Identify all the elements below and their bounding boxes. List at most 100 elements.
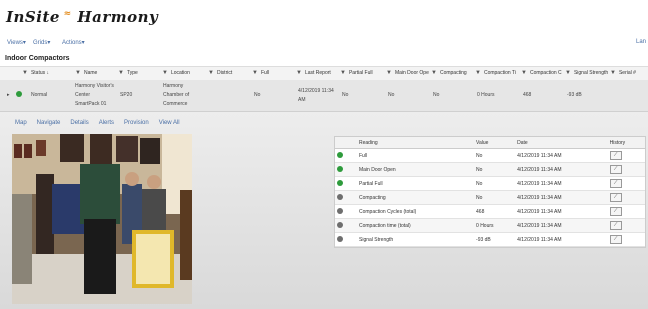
reading-date: 4/12/2019 11:34 AM (515, 162, 608, 177)
filter-icon[interactable]: ▼ (162, 70, 168, 76)
cell-location: Harmony Chamber of Commerce (163, 83, 190, 107)
reading-name: Signal Strength (357, 232, 475, 247)
reading-date: 4/12/2019 11:34 AM (515, 148, 608, 163)
column-header[interactable]: ▼ District (208, 70, 232, 76)
column-header[interactable]: ▼ Compaction Ti (475, 70, 516, 76)
reading-name: Full (357, 148, 475, 163)
filter-icon[interactable]: ▼ (75, 70, 81, 76)
actions-menu[interactable]: Actions▾ (62, 39, 85, 46)
cell-compacting: No (433, 92, 440, 98)
filter-icon[interactable]: ▼ (475, 70, 481, 76)
cell-last-report: 4/12/2019 11:34 AM (298, 88, 334, 103)
reading-date: 4/12/2019 11:34 AM (515, 232, 608, 247)
cell-signal: -93 dB (567, 92, 582, 98)
filter-icon[interactable]: ▼ (252, 70, 258, 76)
filter-icon[interactable]: ▼ (208, 70, 214, 76)
cell-status: Normal (31, 92, 48, 98)
reading-value: -93 dB (474, 232, 516, 247)
grid-header: ▼ Status ↓ ▼ Name ▼ Type ▼ Location ▼ District ▼ Fu… (0, 66, 648, 81)
cell-compaction-time: 0 Hours (477, 92, 495, 98)
reading-value: No (474, 148, 516, 163)
column-header[interactable]: ▼ Last Report (296, 70, 331, 76)
cell-compaction-cycles: 468 (523, 92, 532, 98)
status-dot-icon (337, 193, 343, 200)
history-chart-icon[interactable]: ⟋ (609, 193, 622, 202)
reading-date: 4/12/2019 11:34 AM (515, 190, 608, 205)
tab-navigate[interactable]: Navigate (37, 120, 61, 126)
expand-row-icon[interactable]: ▸ (7, 91, 10, 100)
filter-icon[interactable]: ▼ (610, 70, 616, 76)
history-chart-icon[interactable]: ⟋ (609, 179, 622, 188)
tab-provision[interactable]: Provision (124, 120, 149, 126)
column-header[interactable]: ▼ Serial # (610, 70, 636, 76)
table-row: Full No 4/12/2019 11:34 AM ⟋ (335, 148, 645, 163)
column-header[interactable]: ▼ Status ↓ (22, 70, 49, 76)
table-row: Main Door Open No 4/12/2019 11:34 AM ⟋ (335, 162, 645, 177)
reading-value: 0 Hours (474, 218, 516, 233)
col-reading: Reading (357, 137, 475, 149)
history-chart-icon[interactable]: ⟋ (609, 207, 622, 216)
column-header[interactable]: ▼ Full (252, 70, 269, 76)
col-value: Value (474, 137, 516, 149)
column-header[interactable]: ▼ Compaction C (521, 70, 562, 76)
table-row: Signal Strength -93 dB 4/12/2019 11:34 AM ⟋ (335, 232, 645, 247)
reading-value: No (474, 190, 516, 205)
compactor-photo (12, 134, 192, 304)
reading-value: 468 (474, 204, 516, 219)
column-header[interactable]: ▼ Location (162, 70, 190, 76)
column-header[interactable]: ▼ Name (75, 70, 97, 76)
tab-alerts[interactable]: Alerts (99, 120, 114, 126)
table-row: Partial Full No 4/12/2019 11:34 AM ⟋ (335, 176, 645, 191)
col-history: History (607, 137, 645, 149)
status-dot-icon (337, 179, 343, 186)
cell-name: Harmony Visitor's Center SmartPack 01 (75, 83, 114, 107)
reading-name: Partial Full (357, 176, 475, 191)
reading-name: Compaction time (total) (357, 218, 475, 233)
reading-name: Main Door Open (357, 162, 475, 177)
history-chart-icon[interactable]: ⟋ (609, 151, 622, 160)
filter-icon[interactable]: ▼ (565, 70, 571, 76)
detail-tabs: Map Navigate Details Alerts Provision View Al… (15, 120, 190, 126)
cell-full: No (254, 92, 261, 98)
status-dot-icon (337, 151, 343, 158)
views-menu[interactable]: Views▾ (7, 39, 26, 46)
detail-panel: Map Navigate Details Alerts Provision View Al… (0, 112, 648, 309)
column-header[interactable]: ▼ Compacting (431, 70, 467, 76)
app-logo: InSite ≈ Harmony (6, 8, 159, 26)
cell-main-door: No (388, 92, 395, 98)
filter-icon[interactable]: ▼ (118, 70, 124, 76)
tab-view-all[interactable]: View All (159, 120, 180, 126)
table-row: Compacting No 4/12/2019 11:34 AM ⟋ (335, 190, 645, 205)
column-header[interactable]: ▼ Partial Full (340, 70, 373, 76)
reading-name: Compaction Cycles (total) (357, 204, 475, 219)
history-chart-icon[interactable]: ⟋ (609, 235, 622, 244)
col-date: Date (515, 137, 608, 149)
column-header[interactable]: ▼ Type (118, 70, 138, 76)
column-header[interactable]: ▼ Main Door Ope (386, 70, 429, 76)
status-dot-icon (337, 235, 343, 242)
history-chart-icon[interactable]: ⟋ (609, 221, 622, 230)
reading-date: 4/12/2019 11:34 AM (515, 204, 608, 219)
history-chart-icon[interactable]: ⟋ (609, 165, 622, 174)
table-row[interactable]: ▸ Normal Harmony Visitor's Center SmartPac… (0, 80, 648, 112)
grids-menu[interactable]: Grids▾ (33, 39, 50, 46)
filter-icon[interactable]: ▼ (296, 70, 302, 76)
menu-bar: Views▾ Grids▾ Actions▾ Lan (0, 36, 648, 50)
reading-name: Compacting (357, 190, 475, 205)
filter-icon[interactable]: ▼ (521, 70, 527, 76)
tab-details[interactable]: Details (70, 120, 88, 126)
status-indicator (16, 91, 22, 101)
status-dot-icon (337, 207, 343, 214)
filter-icon[interactable]: ▼ (22, 70, 28, 76)
reading-date: 4/12/2019 11:34 AM (515, 218, 608, 233)
tab-map[interactable]: Map (15, 120, 27, 126)
reading-value: No (474, 162, 516, 177)
cell-type: SP20 (120, 92, 133, 98)
status-dot-icon (337, 221, 343, 228)
filter-icon[interactable]: ▼ (431, 70, 437, 76)
column-header[interactable]: ▼ Signal Strength (565, 70, 608, 76)
filter-icon[interactable]: ▼ (340, 70, 346, 76)
section-title: Indoor Compactors (5, 55, 70, 62)
language-menu[interactable]: Lan (636, 39, 646, 45)
filter-icon[interactable]: ▼ (386, 70, 392, 76)
